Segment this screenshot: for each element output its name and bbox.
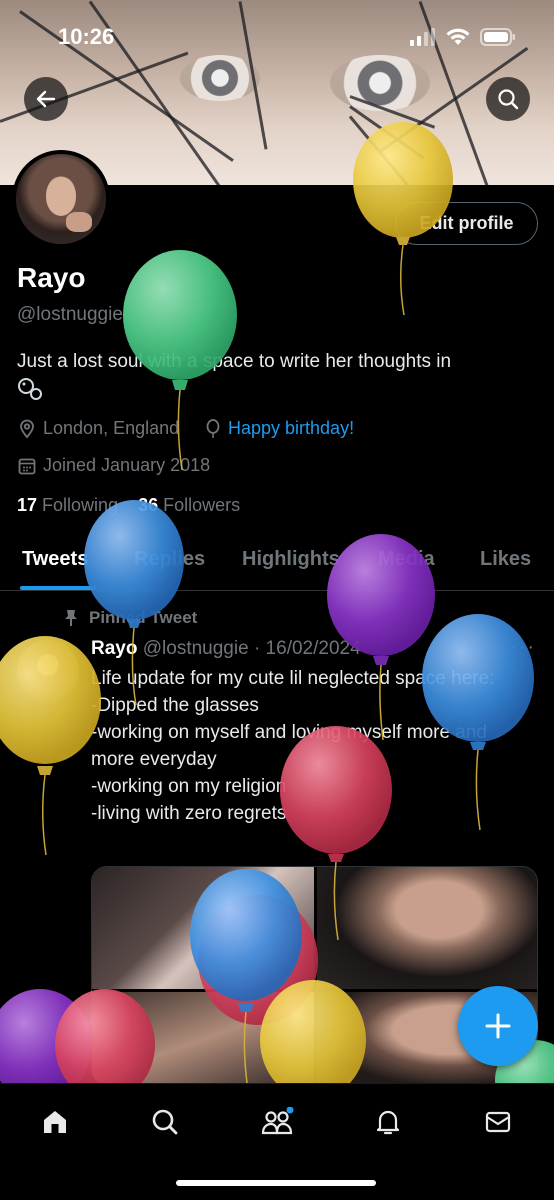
profile-name: Rayo	[17, 262, 86, 293]
arrow-left-icon	[36, 90, 56, 108]
back-button[interactable]	[24, 77, 68, 121]
nav-search[interactable]	[145, 1102, 185, 1142]
status-icons	[410, 28, 516, 46]
pin-icon	[65, 610, 77, 626]
birthday-text[interactable]: Happy birthday!	[228, 418, 354, 439]
nav-notifications[interactable]	[368, 1102, 408, 1142]
active-tab-indicator	[20, 586, 96, 590]
profile-avatar[interactable]	[12, 150, 110, 248]
tab-tweets[interactable]: Tweets	[22, 548, 88, 571]
profile-joined: Joined January 2018	[17, 455, 210, 476]
nav-communities[interactable]	[257, 1102, 297, 1142]
profile-bio: Just a lost soul with a space to write h…	[17, 349, 527, 409]
status-bar: 10:26	[0, 0, 554, 70]
people-icon	[261, 1107, 294, 1135]
nav-home[interactable]	[35, 1102, 75, 1142]
battery-icon	[480, 28, 515, 46]
tweet-text: Life update for my cute lil neglected sp…	[91, 668, 495, 824]
tweet-photo-3[interactable]	[92, 992, 314, 1085]
signal-icon	[410, 28, 435, 46]
tab-likes[interactable]: Likes	[480, 548, 531, 571]
tweet-photo-2[interactable]	[317, 867, 537, 989]
tweet-date: · 16/02/2024	[253, 638, 361, 659]
balloon-icon	[206, 418, 220, 438]
plus-icon	[485, 1013, 511, 1039]
tab-media[interactable]: Media	[378, 548, 435, 571]
calendar-icon	[18, 458, 36, 474]
location-pin-icon	[20, 419, 34, 438]
location-text: London, England	[43, 418, 180, 438]
followers-link[interactable]: 36 Followers	[138, 495, 240, 515]
profile-location: London, England	[17, 418, 179, 439]
profile-tabs: Tweets Replies Highlights Media Likes	[0, 535, 554, 591]
status-time: 10:26	[58, 24, 115, 49]
bio-text: Just a lost soul with a space to write h…	[17, 351, 452, 372]
nav-messages[interactable]	[478, 1102, 518, 1142]
tweet-photo-1[interactable]	[92, 867, 314, 989]
tweet-avatar[interactable]	[17, 640, 79, 702]
bell-icon	[376, 1110, 400, 1135]
tab-highlights[interactable]: Highlights	[242, 548, 340, 571]
tweet-header: Rayo @lostnuggie · 16/02/2024	[91, 638, 361, 660]
wifi-icon	[446, 28, 470, 45]
search-icon	[498, 89, 519, 110]
edit-profile-button[interactable]: Edit profile	[395, 202, 538, 245]
bubbles-icon	[18, 378, 42, 400]
search-icon	[152, 1109, 178, 1135]
pinned-label: Pinned Tweet	[63, 608, 197, 628]
joined-text: Joined January 2018	[43, 455, 211, 475]
tweet-more-icon[interactable]: ···	[510, 636, 536, 659]
tweet-author-handle[interactable]: @lostnuggie	[143, 638, 249, 659]
search-button[interactable]	[486, 77, 530, 121]
profile-handle: @lostnuggie	[17, 304, 123, 325]
home-indicator	[176, 1180, 376, 1186]
mail-icon	[485, 1111, 511, 1133]
follow-stats: 17 Following 36 Followers	[17, 495, 240, 516]
following-link[interactable]: 17 Following	[17, 495, 118, 515]
compose-tweet-button[interactable]	[458, 986, 538, 1066]
profile-birthday[interactable]: Happy birthday!	[204, 418, 354, 439]
tab-replies[interactable]: Replies	[134, 548, 205, 571]
tweet-author-name[interactable]: Rayo	[91, 638, 137, 659]
home-icon	[44, 1111, 66, 1133]
